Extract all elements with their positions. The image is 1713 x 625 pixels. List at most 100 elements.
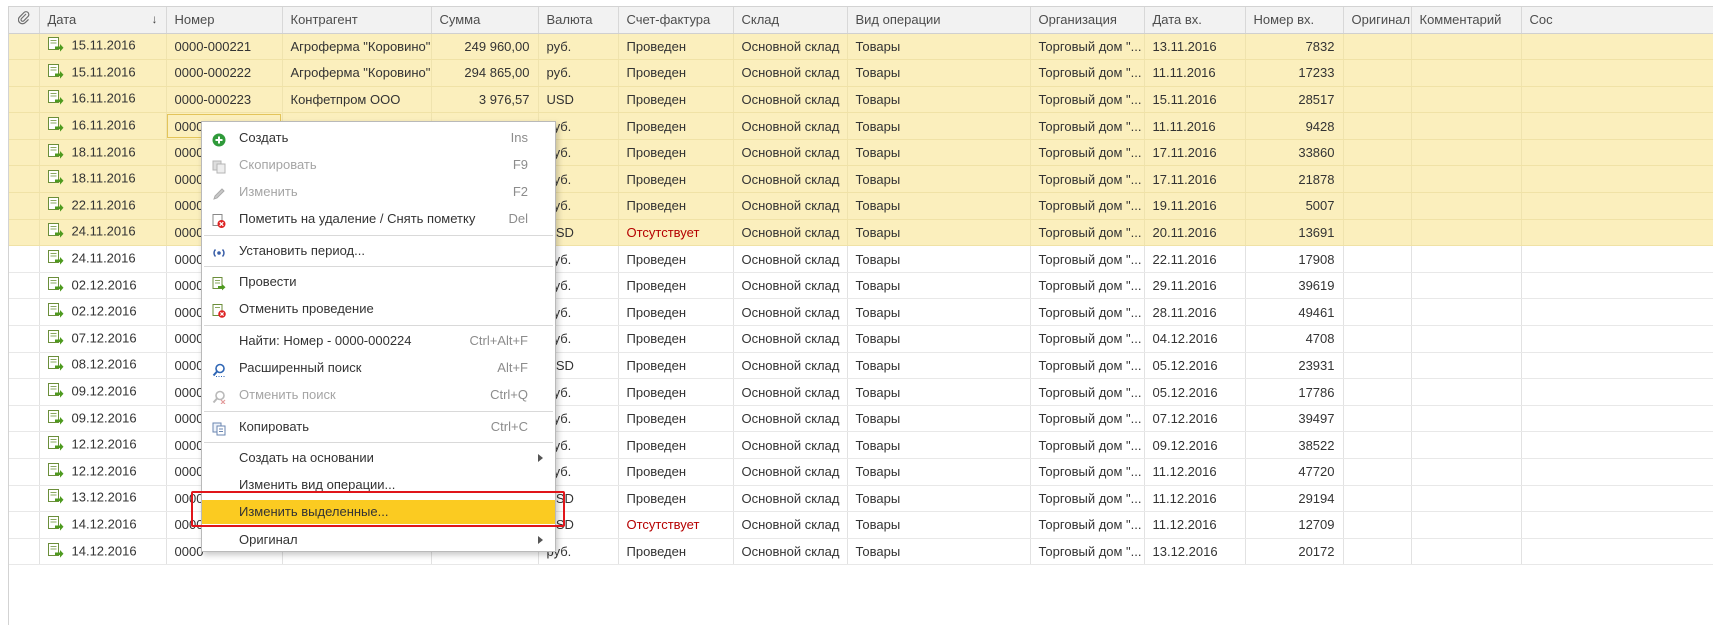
cell-number_in[interactable]: 17786 <box>1245 378 1344 406</box>
cell-number[interactable]: 0000-000222 <box>166 59 283 87</box>
cell-operation[interactable]: Товары <box>847 485 1031 513</box>
cell-number_in[interactable]: 23931 <box>1245 352 1344 380</box>
cell-comment[interactable] <box>1411 405 1522 433</box>
cell-operation[interactable]: Товары <box>847 86 1031 114</box>
cell-original[interactable] <box>1343 352 1412 380</box>
cell-operation[interactable]: Товары <box>847 33 1031 61</box>
cell-extra[interactable] <box>1521 139 1713 167</box>
cell-warehouse[interactable]: Основной склад <box>733 33 848 61</box>
column-header-number_in[interactable]: Номер вх. <box>1245 7 1344 34</box>
cell-attach[interactable] <box>9 272 40 300</box>
column-header-sum[interactable]: Сумма <box>431 7 539 34</box>
cell-date_in[interactable]: 22.11.2016 <box>1144 245 1246 273</box>
cell-invoice[interactable]: Проведен <box>618 33 734 61</box>
cell-organization[interactable]: Торговый дом "... <box>1030 458 1145 486</box>
cell-date[interactable]: 12.12.2016 <box>39 458 167 486</box>
cell-original[interactable] <box>1343 245 1412 273</box>
cell-date[interactable]: 24.11.2016 <box>39 219 167 247</box>
column-header-original[interactable]: Оригинал <box>1343 7 1412 34</box>
cell-attach[interactable] <box>9 325 40 353</box>
cell-date_in[interactable]: 29.11.2016 <box>1144 272 1246 300</box>
cell-organization[interactable]: Торговый дом "... <box>1030 378 1145 406</box>
cell-extra[interactable] <box>1521 325 1713 353</box>
cell-extra[interactable] <box>1521 86 1713 114</box>
cell-date_in[interactable]: 11.11.2016 <box>1144 112 1246 140</box>
cell-comment[interactable] <box>1411 33 1522 61</box>
cell-contractor[interactable]: Конфетпром ООО <box>282 86 432 114</box>
cell-invoice[interactable]: Проведен <box>618 298 734 327</box>
cell-extra[interactable] <box>1521 458 1713 486</box>
menu-item-advanced-search[interactable]: Расширенный поиск Alt+F <box>202 356 555 380</box>
cell-warehouse[interactable]: Основной склад <box>733 325 848 353</box>
column-header-number[interactable]: Номер <box>166 7 283 34</box>
cell-extra[interactable] <box>1521 538 1713 566</box>
cell-date[interactable]: 07.12.2016 <box>39 325 167 353</box>
cell-invoice[interactable]: Проведен <box>618 139 734 167</box>
table-row[interactable]: 16.11.2016 0000-000223 Конфетпром ООО 3 976… <box>9 86 1713 114</box>
cell-extra[interactable] <box>1521 192 1713 220</box>
cell-attach[interactable] <box>9 139 40 167</box>
cell-operation[interactable]: Товары <box>847 431 1031 459</box>
cell-date[interactable]: 15.11.2016 <box>39 59 167 87</box>
cell-organization[interactable]: Торговый дом "... <box>1030 352 1145 380</box>
cell-warehouse[interactable]: Основной склад <box>733 378 848 406</box>
menu-item-find[interactable]: Найти: Номер - 0000-000224 Ctrl+Alt+F <box>202 329 555 353</box>
cell-organization[interactable]: Торговый дом "... <box>1030 485 1145 513</box>
menu-item-copy-item[interactable]: Скопировать F9 <box>202 153 555 177</box>
cell-comment[interactable] <box>1411 378 1522 406</box>
cell-operation[interactable]: Товары <box>847 272 1031 300</box>
cell-number_in[interactable]: 38522 <box>1245 431 1344 459</box>
cell-date_in[interactable]: 17.11.2016 <box>1144 165 1246 194</box>
menu-item-create-based[interactable]: Создать на основании <box>202 446 555 470</box>
column-header-organization[interactable]: Организация <box>1030 7 1145 34</box>
cell-attach[interactable] <box>9 511 40 539</box>
menu-item-edit[interactable]: Изменить F2 <box>202 180 555 204</box>
cell-date_in[interactable]: 11.12.2016 <box>1144 511 1246 539</box>
cell-number_in[interactable]: 47720 <box>1245 458 1344 486</box>
cell-original[interactable] <box>1343 538 1412 566</box>
cell-organization[interactable]: Торговый дом "... <box>1030 431 1145 459</box>
cell-date[interactable]: 09.12.2016 <box>39 405 167 433</box>
cell-attach[interactable] <box>9 405 40 433</box>
cell-sum[interactable]: 3 976,57 <box>431 86 539 114</box>
cell-extra[interactable] <box>1521 378 1713 406</box>
cell-date_in[interactable]: 04.12.2016 <box>1144 325 1246 353</box>
cell-number_in[interactable]: 13691 <box>1245 219 1344 247</box>
cell-number[interactable]: 0000-000221 <box>166 33 283 61</box>
cell-organization[interactable]: Торговый дом "... <box>1030 325 1145 353</box>
cell-invoice[interactable]: Отсутствует <box>618 511 734 539</box>
cell-organization[interactable]: Торговый дом "... <box>1030 112 1145 140</box>
cell-extra[interactable] <box>1521 33 1713 61</box>
cell-attach[interactable] <box>9 112 40 140</box>
cell-sum[interactable]: 249 960,00 <box>431 33 539 61</box>
cell-operation[interactable]: Товары <box>847 112 1031 140</box>
cell-comment[interactable] <box>1411 272 1522 300</box>
cell-operation[interactable]: Товары <box>847 538 1031 566</box>
cell-invoice[interactable]: Проведен <box>618 405 734 433</box>
cell-comment[interactable] <box>1411 86 1522 114</box>
cell-sum[interactable]: 294 865,00 <box>431 59 539 87</box>
cell-number_in[interactable]: 17908 <box>1245 245 1344 273</box>
cell-original[interactable] <box>1343 139 1412 167</box>
cell-attach[interactable] <box>9 86 40 114</box>
cell-comment[interactable] <box>1411 431 1522 459</box>
cell-date[interactable]: 02.12.2016 <box>39 272 167 300</box>
cell-attach[interactable] <box>9 298 40 327</box>
cell-date[interactable]: 08.12.2016 <box>39 352 167 380</box>
cell-extra[interactable] <box>1521 352 1713 380</box>
cell-date[interactable]: 24.11.2016 <box>39 245 167 273</box>
cell-invoice[interactable]: Проведен <box>618 86 734 114</box>
cell-organization[interactable]: Торговый дом "... <box>1030 165 1145 194</box>
cell-warehouse[interactable]: Основной склад <box>733 538 848 566</box>
cell-original[interactable] <box>1343 405 1412 433</box>
cell-date[interactable]: 18.11.2016 <box>39 139 167 167</box>
cell-invoice[interactable]: Проведен <box>618 192 734 220</box>
cell-date[interactable]: 15.11.2016 <box>39 33 167 61</box>
cell-contractor[interactable]: Агроферма "Коровино" <box>282 59 432 87</box>
cell-date_in[interactable]: 13.12.2016 <box>1144 538 1246 566</box>
cell-operation[interactable]: Товары <box>847 245 1031 273</box>
cell-number_in[interactable]: 7832 <box>1245 33 1344 61</box>
cell-warehouse[interactable]: Основной склад <box>733 219 848 247</box>
cell-date_in[interactable]: 15.11.2016 <box>1144 86 1246 114</box>
cell-comment[interactable] <box>1411 325 1522 353</box>
